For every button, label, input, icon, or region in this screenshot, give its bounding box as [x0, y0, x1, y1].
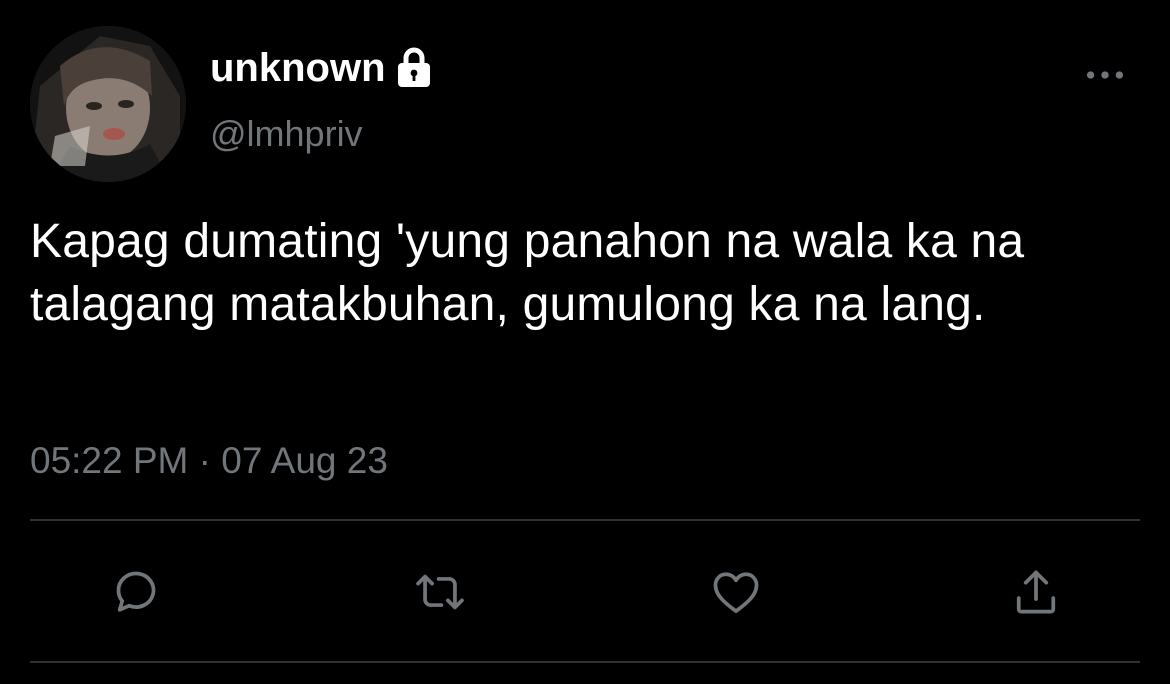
reply-icon — [116, 571, 156, 612]
divider — [30, 661, 1140, 663]
like-button[interactable] — [704, 560, 768, 624]
more-horizontal-icon — [1086, 71, 1124, 79]
divider — [30, 519, 1140, 521]
reply-button[interactable] — [104, 560, 168, 624]
display-name[interactable]: unknown — [210, 42, 434, 94]
retweet-button[interactable] — [408, 560, 472, 624]
display-name-text: unknown — [210, 46, 386, 90]
tweet-body-text: Kapag dumating 'yung panahon na wala ka … — [30, 215, 1025, 331]
lock-icon — [394, 46, 434, 90]
tweet-timestamp[interactable]: 05:22 PM · 07 Aug 23 — [30, 438, 388, 484]
share-icon — [1016, 570, 1056, 614]
avatar-photo — [30, 26, 186, 182]
more-options-button[interactable] — [1080, 58, 1130, 92]
heart-icon — [713, 572, 759, 613]
tweet-card: unknown @lmhpriv Kapag dumating 'yung pa… — [0, 0, 1170, 684]
action-bar — [0, 560, 1170, 624]
user-handle[interactable]: @lmhpriv — [210, 110, 363, 158]
avatar[interactable] — [30, 26, 186, 182]
retweet-icon — [416, 574, 464, 610]
share-button[interactable] — [1004, 560, 1068, 624]
